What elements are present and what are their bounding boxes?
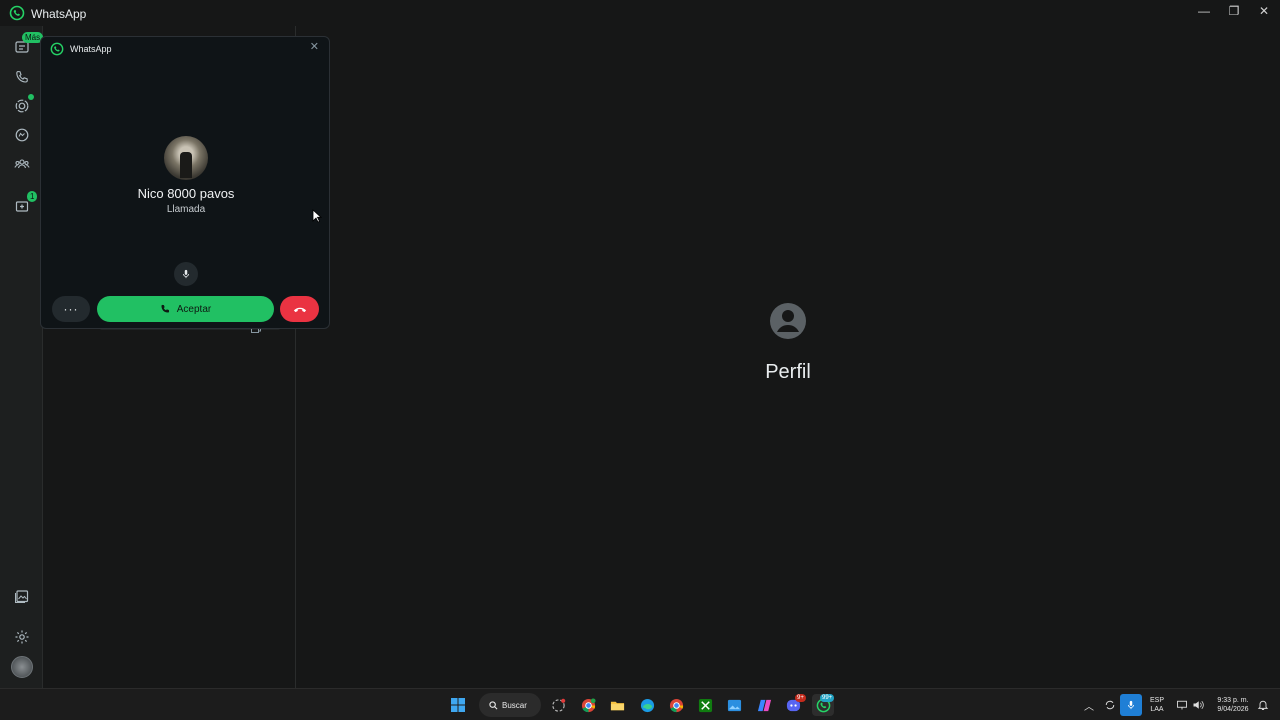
edge-icon — [640, 698, 654, 712]
title-bar: WhatsApp — ❐ ✕ — [0, 0, 1280, 26]
bell-icon — [1257, 700, 1269, 710]
caller-name: Nico 8000 pavos — [137, 186, 235, 201]
taskbar-app-edge[interactable] — [636, 694, 658, 716]
taskbar-search[interactable]: Buscar — [479, 693, 541, 717]
nav-rail: Más 1 — [0, 26, 44, 688]
channels-icon — [15, 128, 29, 142]
discord-badge: 9+ — [795, 694, 806, 702]
mute-mic-button[interactable] — [174, 262, 198, 286]
communities-icon — [14, 159, 30, 169]
language-indicator[interactable]: ESP LAA — [1146, 696, 1168, 714]
language-code: ESP — [1149, 697, 1164, 704]
taskbar: Buscar 9+ 99+ ︿ ESP LAA 9:33 p. m. 9/04/… — [0, 688, 1280, 720]
tray-mic-button[interactable] — [1120, 694, 1142, 716]
accept-call-button[interactable]: Aceptar — [97, 296, 274, 322]
whatsapp-logo-icon — [50, 42, 64, 56]
status-unread-dot — [28, 94, 34, 100]
photos-icon — [727, 699, 741, 711]
accept-call-label: Aceptar — [176, 303, 212, 315]
mouse-cursor-icon — [312, 209, 322, 223]
caller-avatar — [164, 136, 208, 180]
taskbar-app-widgets[interactable] — [547, 694, 569, 716]
taskbar-app-chrome-profile[interactable] — [577, 694, 599, 716]
minimize-button[interactable]: — — [1188, 0, 1220, 22]
archived-badge: 1 — [27, 191, 38, 202]
search-icon — [489, 700, 498, 709]
microphone-icon — [1128, 700, 1134, 710]
microphone-icon — [183, 269, 189, 279]
status-icon — [15, 99, 29, 113]
keyboard-layout: LAA — [1150, 706, 1164, 713]
widgets-icon — [551, 698, 565, 712]
search-label: Buscar — [502, 700, 527, 710]
gear-icon — [15, 630, 29, 644]
windows-start-icon — [451, 698, 465, 712]
taskbar-app-file-explorer[interactable] — [606, 694, 628, 716]
close-window-button[interactable]: ✕ — [1248, 0, 1280, 22]
chrome-icon — [581, 697, 596, 712]
window-title: WhatsApp — [31, 7, 87, 21]
whatsapp-logo-icon — [9, 5, 25, 21]
clock-time: 9:33 p. m. — [1217, 697, 1249, 704]
taskbar-app-photos[interactable] — [723, 694, 745, 716]
media-gallery-icon — [15, 590, 29, 603]
tray-overflow-button[interactable]: ︿ — [1078, 694, 1100, 716]
profile-avatar[interactable] — [11, 656, 33, 678]
incoming-call-popup: WhatsApp ✕ Nico 8000 pavos Llamada ··· A… — [40, 36, 330, 329]
media-button[interactable] — [11, 585, 33, 607]
restore-button[interactable]: ❐ — [1218, 0, 1250, 22]
profile-title: Perfil — [765, 361, 811, 383]
channels-button[interactable] — [11, 124, 33, 146]
whatsapp-badge: 99+ — [820, 694, 835, 702]
tray-volume-button[interactable] — [1187, 694, 1209, 716]
clock-date: 9/04/2026 — [1217, 706, 1249, 713]
calls-button[interactable] — [11, 66, 33, 88]
notifications-button[interactable] — [1252, 694, 1274, 716]
decline-call-button[interactable] — [280, 296, 319, 322]
popup-close-button[interactable]: ✕ — [310, 40, 319, 53]
chrome-icon — [669, 698, 683, 712]
settings-button[interactable] — [11, 626, 33, 648]
main-panel: Perfil — [296, 26, 1280, 688]
taskbar-app-chrome[interactable] — [665, 694, 687, 716]
copilot-icon — [757, 699, 771, 711]
phone-icon — [161, 304, 169, 313]
taskbar-app-xbox[interactable] — [694, 694, 716, 716]
taskbar-app-copilot[interactable] — [753, 694, 775, 716]
sync-icon — [1105, 700, 1115, 710]
tray-sync-button[interactable] — [1099, 694, 1121, 716]
phone-icon — [16, 70, 28, 83]
volume-icon — [1193, 700, 1204, 710]
start-button[interactable] — [447, 694, 469, 716]
chevron-up-icon: ︿ — [1084, 701, 1094, 713]
clock[interactable]: 9:33 p. m. 9/04/2026 — [1208, 696, 1258, 714]
hang-up-icon — [293, 307, 306, 312]
communities-button[interactable] — [11, 153, 33, 175]
xbox-icon — [698, 698, 712, 712]
popup-title: WhatsApp — [70, 44, 112, 54]
call-status: Llamada — [166, 204, 206, 215]
profile-placeholder-icon — [770, 303, 806, 339]
more-options-button[interactable]: ··· — [52, 296, 90, 322]
folder-icon — [610, 701, 624, 710]
